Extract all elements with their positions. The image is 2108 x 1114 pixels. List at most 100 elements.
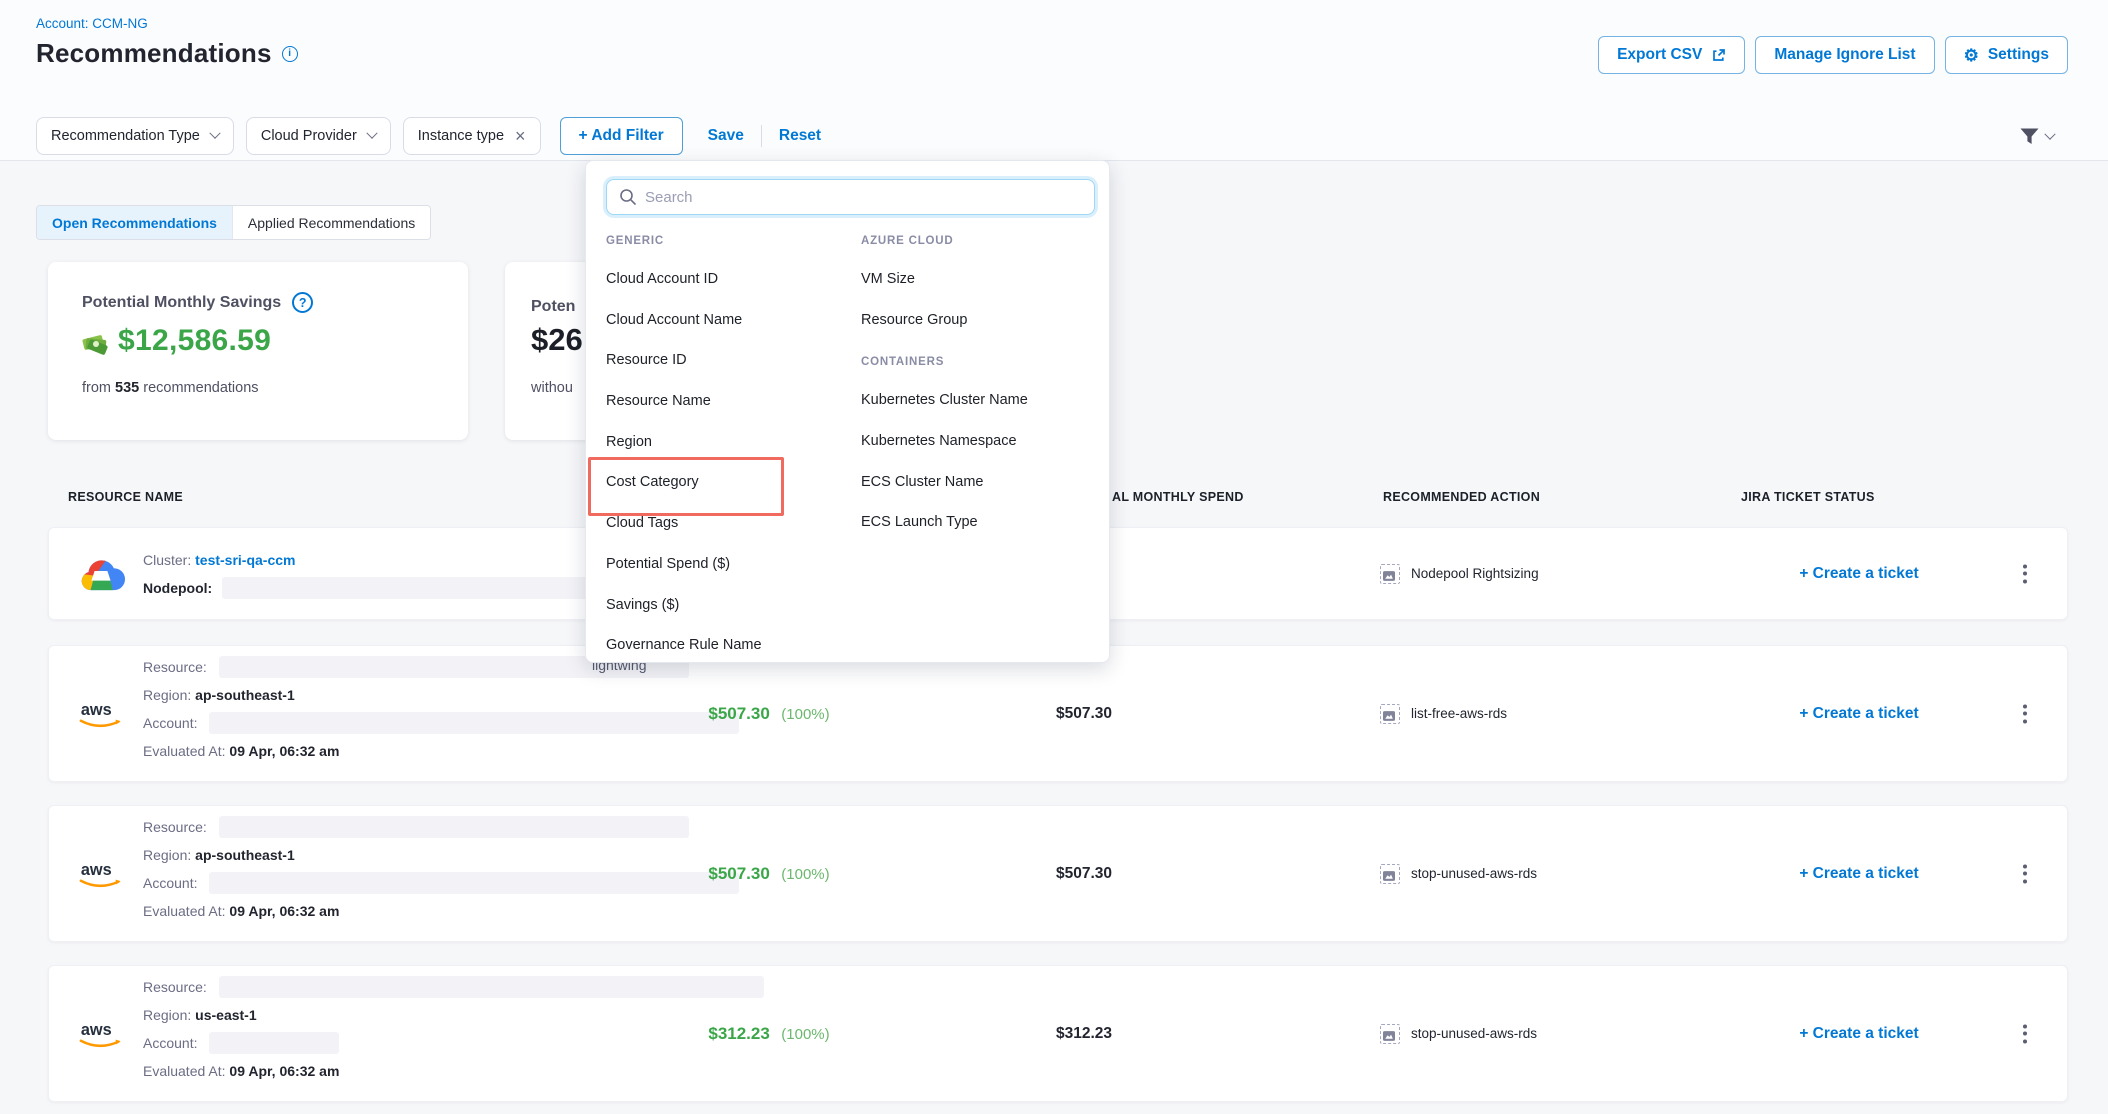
account-label: Account: <box>143 715 197 731</box>
create-ticket-link[interactable]: + Create a ticket <box>1699 1025 2019 1043</box>
dropdown-item-resource-group[interactable]: Resource Group <box>861 300 1101 341</box>
external-link-icon <box>1711 48 1726 63</box>
table-row[interactable]: aws Resource: Region: ap-southeast-1 Acc… <box>48 805 2068 942</box>
export-csv-label: Export CSV <box>1617 46 1702 64</box>
table-row[interactable]: aws Resource: Region: us-east-1 Account:… <box>48 965 2068 1102</box>
suffix-label: recommendations <box>143 380 258 396</box>
chip-label: Instance type <box>418 128 504 144</box>
column-header-monthly-spend: AL MONTHLY SPEND <box>1112 490 1244 504</box>
dropdown-item-cloud-account-id[interactable]: Cloud Account ID <box>606 259 856 300</box>
savings-percent: (100%) <box>781 866 829 883</box>
page-title: Recommendations <box>36 38 272 69</box>
column-header-resource-name: RESOURCE NAME <box>68 490 183 504</box>
row-menu-button[interactable] <box>2017 1018 2033 1049</box>
region-label: Region: <box>143 1007 191 1023</box>
from-label: from <box>82 380 111 396</box>
dropdown-item-savings[interactable]: Savings ($) <box>606 585 856 626</box>
dropdown-item-potential-spend[interactable]: Potential Spend ($) <box>606 544 856 585</box>
recommended-action-value: stop-unused-aws-rds <box>1411 1026 1537 1041</box>
broken-image-icon <box>1380 564 1400 584</box>
search-input[interactable] <box>606 179 1095 215</box>
dropdown-item-vm-size[interactable]: VM Size <box>861 259 1101 300</box>
card1-title: Potential Monthly Savings <box>82 294 281 312</box>
table-row[interactable]: aws Resource: Region: ap-southeast-1 Acc… <box>48 645 2068 782</box>
manage-ignore-list-label: Manage Ignore List <box>1774 46 1915 64</box>
tab-applied-recommendations[interactable]: Applied Recommendations <box>232 206 430 239</box>
evaluated-value: 09 Apr, 06:32 am <box>229 1063 339 1079</box>
dropdown-item-kubernetes-namespace[interactable]: Kubernetes Namespace <box>861 421 1101 462</box>
savings-percent: (100%) <box>781 1026 829 1043</box>
reset-filter-link[interactable]: Reset <box>779 127 821 145</box>
dropdown-item-governance-rule-name[interactable]: Governance Rule Name <box>606 625 856 666</box>
nodepool-label: Nodepool: <box>143 580 212 596</box>
potential-monthly-savings-card: Potential Monthly Savings ? $12,586.59 f… <box>48 262 468 440</box>
resource-label: Resource: <box>143 659 207 675</box>
card1-subtext: from 535 recommendations <box>82 380 259 396</box>
save-filter-link[interactable]: Save <box>708 127 744 145</box>
gcp-icon <box>77 555 125 595</box>
account-label: Account: <box>143 1035 197 1051</box>
evaluated-label: Evaluated At: <box>143 743 226 759</box>
dropdown-item-ecs-launch-type[interactable]: ECS Launch Type <box>861 502 1101 543</box>
cluster-name-link[interactable]: test-sri-qa-ccm <box>195 552 295 568</box>
dropdown-item-resource-id[interactable]: Resource ID <box>606 340 856 381</box>
divider <box>761 125 762 147</box>
dropdown-section-containers: CONTAINERS <box>861 340 1101 380</box>
filter-chip-recommendation-type[interactable]: Recommendation Type <box>36 117 234 155</box>
svg-text:aws: aws <box>81 1021 112 1039</box>
aws-icon: aws <box>77 1018 125 1052</box>
dropdown-item-ecs-cluster-name[interactable]: ECS Cluster Name <box>861 462 1101 503</box>
chevron-down-icon <box>209 128 220 139</box>
breadcrumb[interactable]: Account: CCM-NG <box>36 16 148 31</box>
dropdown-item-kubernetes-cluster-name[interactable]: Kubernetes Cluster Name <box>861 380 1101 421</box>
total-monthly-spend-value: $507.30 <box>999 705 1169 723</box>
aws-icon: aws <box>77 698 125 732</box>
column-header-jira-ticket-status: JIRA TICKET STATUS <box>1741 490 1875 504</box>
recommendation-count: 535 <box>115 380 139 396</box>
monthly-savings-value: $312.23 <box>708 1024 769 1043</box>
filter-funnel-button[interactable] <box>2019 127 2054 146</box>
redacted-value <box>209 1032 339 1054</box>
total-monthly-spend-value: $312.23 <box>999 1025 1169 1043</box>
help-icon[interactable]: ? <box>292 292 313 313</box>
dropdown-item-region[interactable]: Region <box>606 422 856 463</box>
filter-chip-instance-type[interactable]: Instance type × <box>403 117 541 155</box>
info-icon[interactable]: i <box>282 46 298 62</box>
export-csv-button[interactable]: Export CSV <box>1598 36 1745 74</box>
create-ticket-link[interactable]: + Create a ticket <box>1699 565 2019 583</box>
region-value: us-east-1 <box>195 1007 256 1023</box>
manage-ignore-list-button[interactable]: Manage Ignore List <box>1755 36 1934 74</box>
row-menu-button[interactable] <box>2017 698 2033 729</box>
resource-label: Resource: <box>143 819 207 835</box>
create-ticket-link[interactable]: + Create a ticket <box>1699 705 2019 723</box>
gear-icon: ⚙ <box>1964 47 1979 64</box>
add-filter-dropdown: GENERIC Cloud Account ID Cloud Account N… <box>585 160 1110 663</box>
create-ticket-link[interactable]: + Create a ticket <box>1699 865 2019 883</box>
recommendations-page: Account: CCM-NG Recommendations i Export… <box>0 0 2108 1114</box>
funnel-icon <box>2019 127 2040 146</box>
region-value: ap-southeast-1 <box>195 687 295 703</box>
filter-chip-cloud-provider[interactable]: Cloud Provider <box>246 117 391 155</box>
dropdown-item-resource-name[interactable]: Resource Name <box>606 381 856 422</box>
row-menu-button[interactable] <box>2017 858 2033 889</box>
savings-percent: (100%) <box>781 706 829 723</box>
svg-text:aws: aws <box>81 701 112 719</box>
add-filter-button[interactable]: + Add Filter <box>560 117 683 155</box>
row-menu-button[interactable] <box>2017 558 2033 589</box>
dropdown-section-azure-cloud: AZURE CLOUD <box>861 223 1101 259</box>
close-icon[interactable]: × <box>515 127 526 145</box>
total-monthly-spend-value: $507.30 <box>999 865 1169 883</box>
card2-amount-fragment: $26 <box>531 322 583 358</box>
broken-image-icon <box>1380 1024 1400 1044</box>
broken-image-icon <box>1380 864 1400 884</box>
cluster-label: Cluster: <box>143 552 191 568</box>
region-label: Region: <box>143 847 191 863</box>
tab-open-recommendations[interactable]: Open Recommendations <box>37 206 232 239</box>
recommendations-tabs: Open Recommendations Applied Recommendat… <box>36 205 431 240</box>
dropdown-item-cloud-account-name[interactable]: Cloud Account Name <box>606 300 856 341</box>
dropdown-item-cloud-tags[interactable]: Cloud Tags <box>606 503 856 544</box>
settings-label: Settings <box>1988 46 2049 64</box>
dropdown-item-cost-category[interactable]: Cost Category <box>606 462 856 503</box>
recommended-action-value: list-free-aws-rds <box>1411 706 1507 721</box>
settings-button[interactable]: ⚙ Settings <box>1945 36 2068 74</box>
